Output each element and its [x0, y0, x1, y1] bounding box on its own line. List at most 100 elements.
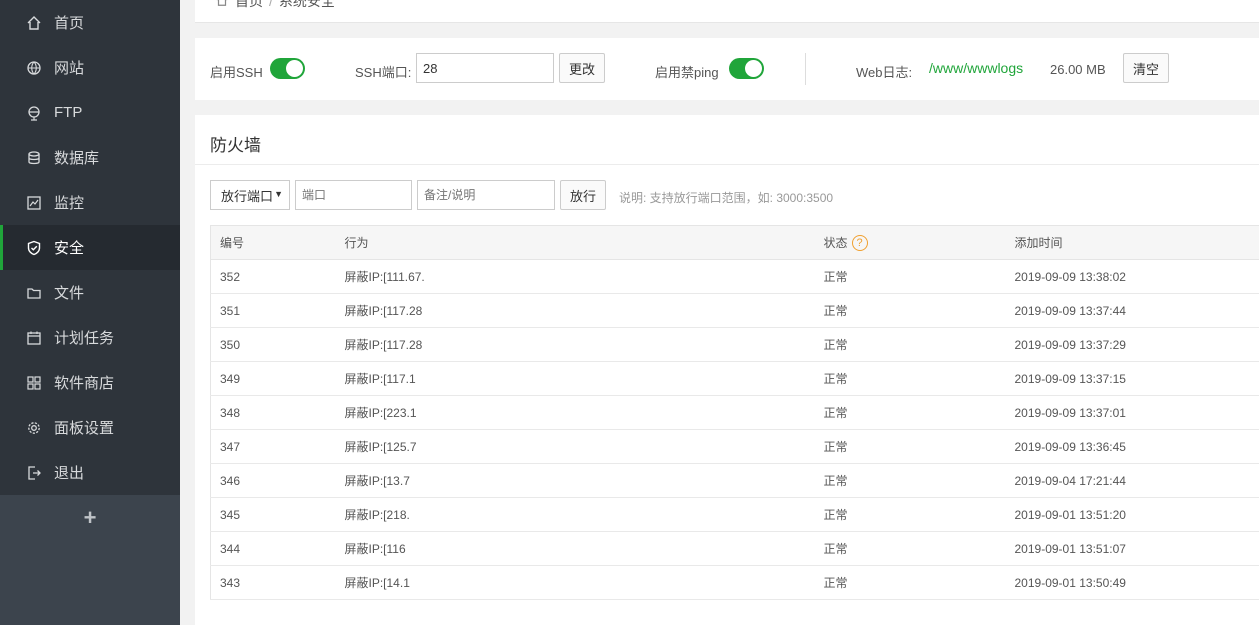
note-input[interactable]: [417, 180, 555, 210]
row-action: 屏蔽IP:[117.28: [335, 327, 815, 362]
sidebar-item[interactable]: 监控: [0, 180, 180, 225]
table-row: 347 屏蔽IP:[125.7 正常 2019-09-09 13:36:45: [210, 429, 1259, 464]
sidebar-item[interactable]: 计划任务: [0, 315, 180, 360]
weblog-label: Web日志:: [856, 65, 913, 80]
row-action: 屏蔽IP:[13.7: [335, 463, 815, 498]
table-row: 343 屏蔽IP:[14.1 正常 2019-09-01 13:50:49: [210, 565, 1259, 600]
sidebar-item[interactable]: 首页: [0, 0, 180, 45]
row-id: 344: [210, 531, 336, 566]
sidebar-item[interactable]: 安全: [0, 225, 180, 270]
column-action[interactable]: 行为: [335, 225, 815, 260]
row-time: 2019-09-09 13:37:01: [1005, 395, 1259, 430]
row-action: 屏蔽IP:[116: [335, 531, 815, 566]
breadcrumb-current: 系统安全: [278, 0, 335, 9]
breadcrumb-home[interactable]: 首页: [235, 0, 263, 11]
row-id: 345: [210, 497, 336, 532]
sidebar-item-label: FTP: [54, 104, 83, 121]
sidebar-item-label: 计划任务: [54, 330, 115, 347]
weblog-path-link[interactable]: /www/wwwlogs: [929, 60, 1023, 76]
table-row: 345 屏蔽IP:[218. 正常 2019-09-01 13:51:20: [210, 497, 1259, 532]
table-row: 344 屏蔽IP:[116 正常 2019-09-01 13:51:07: [210, 531, 1259, 566]
table-row: 349 屏蔽IP:[117.1 正常 2019-09-09 13:37:15: [210, 361, 1259, 396]
row-action: 屏蔽IP:[111.67.: [335, 259, 815, 294]
allow-port-button[interactable]: 放行: [560, 180, 606, 210]
ssh-port-input[interactable]: [416, 53, 554, 83]
row-id: 352: [210, 259, 336, 294]
row-time: 2019-09-01 13:51:07: [1005, 531, 1259, 566]
row-id: 349: [210, 361, 336, 396]
row-time: 2019-09-09 13:38:02: [1005, 259, 1259, 294]
enable-ssh-toggle[interactable]: [270, 58, 305, 79]
sidebar-item-label: 网站: [54, 60, 85, 77]
enable-ssh-label: 启用SSH: [210, 65, 263, 80]
breadcrumb-separator: /: [269, 0, 273, 9]
sidebar-item-label: 文件: [54, 285, 85, 302]
shield-icon: [26, 240, 42, 256]
sidebar-item[interactable]: 面板设置: [0, 405, 180, 450]
row-time: 2019-09-09 13:37:29: [1005, 327, 1259, 362]
row-status: 正常: [814, 327, 1006, 362]
database-icon: [26, 150, 42, 166]
folder-icon: [26, 285, 42, 301]
logout-icon: [26, 465, 42, 481]
sidebar-item[interactable]: 退出: [0, 450, 180, 495]
add-menu-button[interactable]: +: [0, 495, 180, 540]
table-header-row: 编号 行为 状态? 添加时间: [210, 225, 1259, 260]
column-id[interactable]: 编号: [210, 225, 336, 260]
row-id: 351: [210, 293, 336, 328]
firewall-divider: [195, 164, 1259, 165]
row-status: 正常: [814, 429, 1006, 464]
breadcrumb: 首页 / 系统安全: [215, 0, 335, 11]
firewall-hint: 说明: 支持放行端口范围，如: 3000:3500: [619, 191, 834, 205]
row-status: 正常: [814, 497, 1006, 532]
panel-divider: [805, 53, 806, 85]
gear-icon: [26, 420, 42, 436]
row-time: 2019-09-09 13:37:44: [1005, 293, 1259, 328]
sidebar-item-label: 软件商店: [54, 375, 115, 392]
home-icon: [26, 15, 42, 31]
row-id: 348: [210, 395, 336, 430]
column-status[interactable]: 状态?: [814, 225, 1006, 260]
breadcrumb-home-icon[interactable]: [215, 0, 229, 10]
clear-log-button[interactable]: 清空: [1123, 53, 1169, 83]
globe-icon: [26, 60, 42, 76]
row-status: 正常: [814, 531, 1006, 566]
calendar-icon: [26, 330, 42, 346]
row-action: 屏蔽IP:[117.28: [335, 293, 815, 328]
disable-ping-toggle[interactable]: [729, 58, 764, 79]
sidebar-item[interactable]: 网站: [0, 45, 180, 90]
change-port-button[interactable]: 更改: [559, 53, 605, 83]
sidebar-item[interactable]: 软件商店: [0, 360, 180, 405]
row-id: 347: [210, 429, 336, 464]
table-row: 351 屏蔽IP:[117.28 正常 2019-09-09 13:37:44: [210, 293, 1259, 328]
rule-type-select[interactable]: 放行端口 ▼: [210, 180, 290, 210]
sidebar-item-label: 安全: [54, 240, 85, 257]
row-time: 2019-09-09 13:37:15: [1005, 361, 1259, 396]
row-action: 屏蔽IP:[117.1: [335, 361, 815, 396]
disable-ping-label: 启用禁ping: [655, 65, 719, 80]
sidebar-item-label: 首页: [54, 15, 85, 32]
row-id: 343: [210, 565, 336, 600]
port-input[interactable]: [295, 180, 412, 210]
row-action: 屏蔽IP:[14.1: [335, 565, 815, 600]
row-time: 2019-09-04 17:21:44: [1005, 463, 1259, 498]
apps-icon: [26, 375, 42, 391]
sidebar-item[interactable]: FTP: [0, 90, 180, 135]
row-action: 屏蔽IP:[218.: [335, 497, 815, 532]
sidebar: 首页网站 FTP 数据库 监控安全文件计划任务软件商店面板设置退出 +: [0, 0, 180, 625]
row-id: 346: [210, 463, 336, 498]
row-time: 2019-09-01 13:50:49: [1005, 565, 1259, 600]
breadcrumb-bar: 首页 / 系统安全: [195, 0, 1259, 23]
row-action: 屏蔽IP:[223.1: [335, 395, 815, 430]
row-status: 正常: [814, 565, 1006, 600]
firewall-title: 防火墙: [210, 136, 261, 155]
ssh-settings-panel: 启用SSH SSH端口: 更改 启用禁ping Web日志: /www/wwwl…: [195, 38, 1259, 100]
help-icon[interactable]: ?: [851, 235, 868, 252]
column-time[interactable]: 添加时间: [1005, 225, 1259, 260]
sidebar-item[interactable]: 文件: [0, 270, 180, 315]
row-status: 正常: [814, 259, 1006, 294]
sidebar-item-label: 面板设置: [54, 420, 115, 437]
sidebar-item[interactable]: 数据库: [0, 135, 180, 180]
rule-type-value: 放行端口: [221, 188, 274, 204]
ssh-port-label: SSH端口:: [355, 65, 412, 80]
